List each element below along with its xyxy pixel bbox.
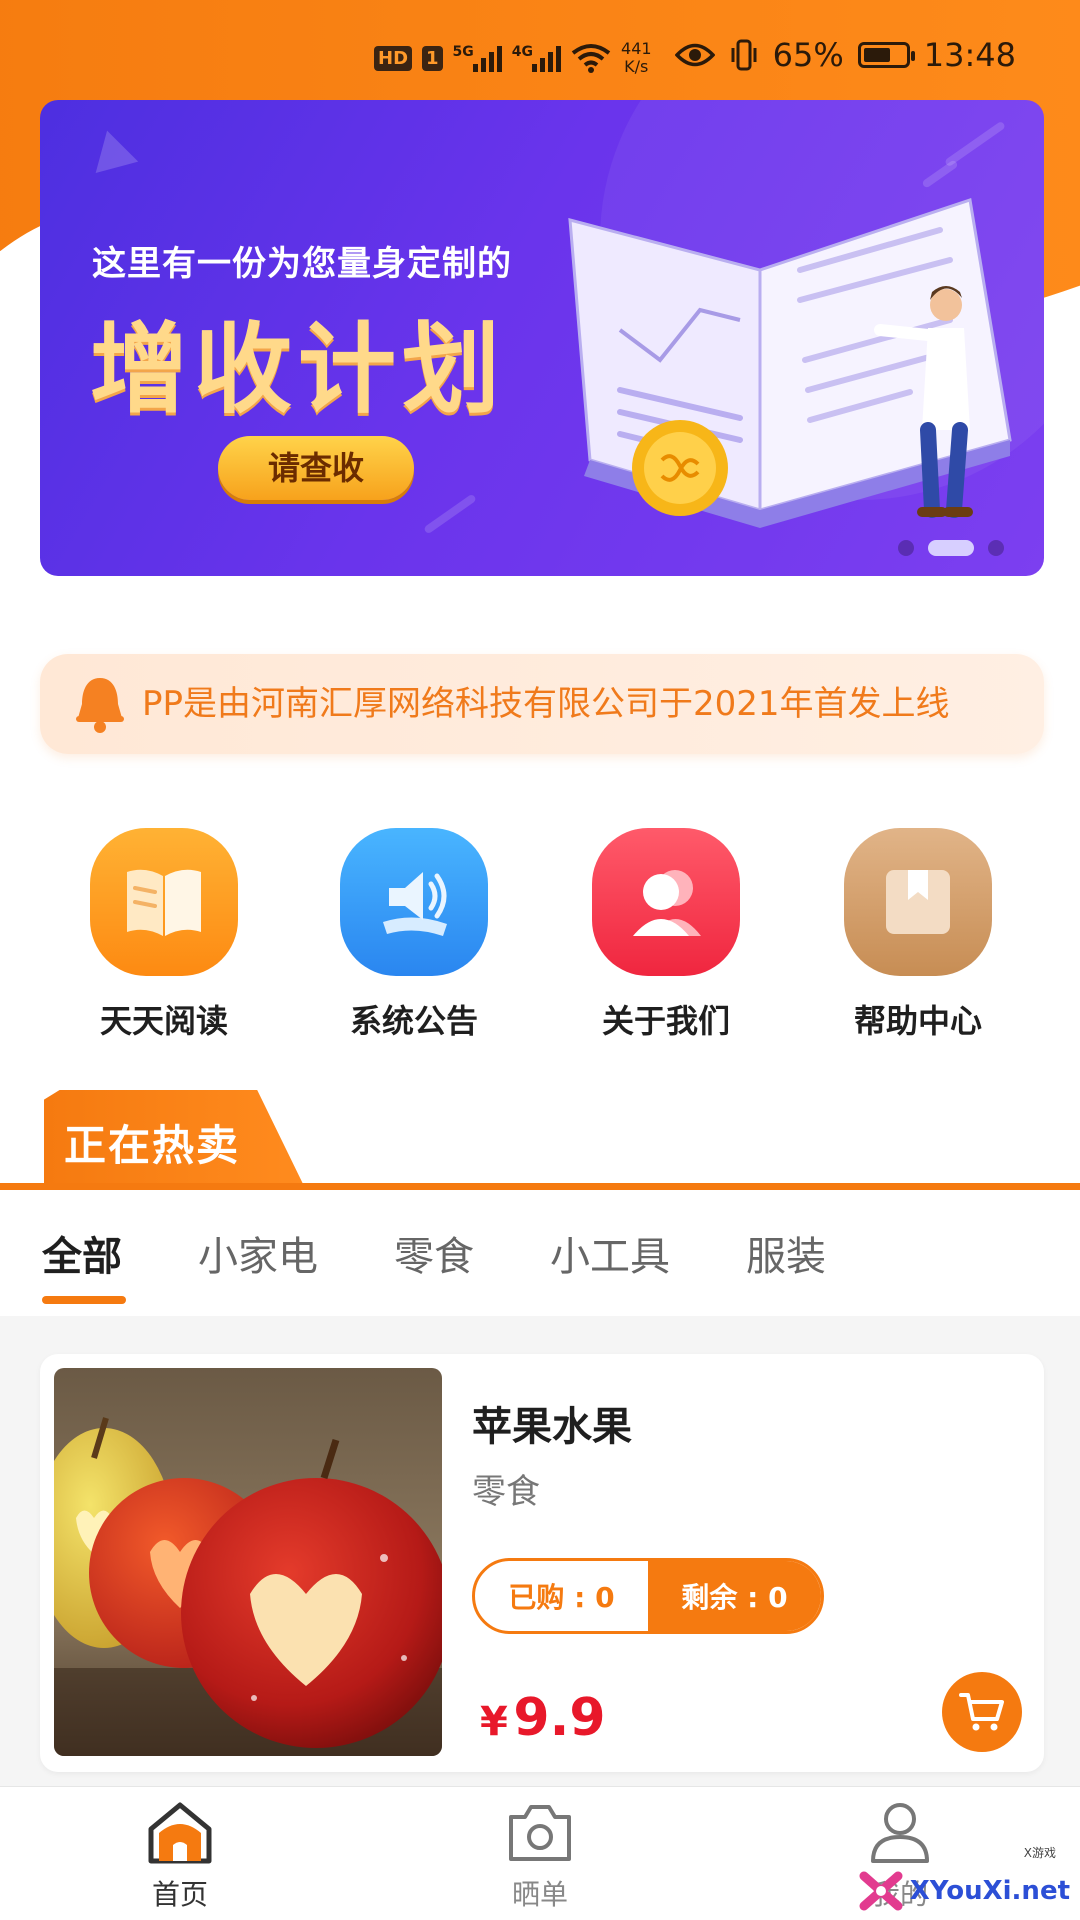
promo-banner[interactable]: 这里有一份为您量身定制的 增收计划 请查收 — [40, 100, 1044, 576]
watermark: X游戏 XYouXi.net — [858, 1846, 1070, 1914]
quick-item-help-center[interactable]: 帮助中心 — [818, 828, 1018, 1042]
quick-menu: 天天阅读 系统公告 关于我们 帮助中心 — [0, 828, 1080, 1048]
status-left: HD 1 5G 4G 441 K/s — [374, 40, 652, 76]
camera-icon — [509, 1805, 571, 1861]
section-title-tag: 正在热卖 — [44, 1090, 304, 1186]
quick-item-announcements[interactable]: 系统公告 — [314, 828, 514, 1042]
sim-badge: 1 — [422, 45, 443, 71]
remaining-count: 剩余 : 0 — [648, 1561, 821, 1631]
section-title: 正在热卖 — [64, 1121, 241, 1170]
pagination-dot[interactable] — [988, 540, 1004, 556]
watermark-text: XYouXi.net — [909, 1876, 1070, 1906]
bottom-navigation: 首页 晒单 我的 X游戏 XYouXi.net — [0, 1786, 1080, 1920]
nav-share[interactable]: 晒单 — [440, 1799, 640, 1913]
product-category: 零食 — [472, 1472, 540, 1512]
pagination-dot[interactable] — [928, 540, 974, 556]
banner-pagination — [898, 540, 1004, 556]
notice-bar[interactable]: PP是由河南汇厚网络科技有限公司于2021年首发上线 — [40, 654, 1044, 754]
eye-icon — [674, 43, 715, 67]
vibrate-icon — [731, 39, 757, 71]
app-home-screen: HD 1 5G 4G 441 K/s 65% 13:48 这里有一份为您量身定制… — [0, 0, 1080, 1920]
speaker-icon — [340, 828, 488, 976]
cart-icon — [959, 1693, 1004, 1731]
price-currency: ¥ — [480, 1699, 508, 1745]
watermark-small-text: X游戏 — [1023, 1846, 1056, 1860]
quick-item-label: 系统公告 — [349, 1002, 478, 1040]
section-divider — [0, 1183, 1080, 1190]
tab-all[interactable]: 全部 — [42, 1224, 122, 1282]
product-name: 苹果水果 — [472, 1404, 632, 1450]
user-icon — [871, 1803, 929, 1863]
nav-label: 晒单 — [511, 1878, 568, 1911]
product-card[interactable]: 苹果水果 零食 已购 : 0 剩余 : 0 ¥ 9.9 — [40, 1354, 1044, 1772]
signal-4g-icon: 4G — [512, 44, 562, 72]
battery-percent: 65% — [772, 36, 844, 74]
banner-subtitle: 这里有一份为您量身定制的 — [92, 244, 512, 284]
product-image — [54, 1368, 442, 1756]
active-tab-indicator — [42, 1296, 126, 1304]
tab-snacks[interactable]: 零食 — [394, 1224, 474, 1282]
banner-headline: 增收计划 — [90, 313, 507, 427]
net-speed: 441 K/s — [621, 39, 652, 76]
add-to-cart-button[interactable] — [942, 1672, 1022, 1752]
quick-item-label: 帮助中心 — [853, 1002, 982, 1040]
clock: 13:48 — [923, 36, 1016, 74]
quick-item-about-us[interactable]: 关于我们 — [566, 828, 766, 1042]
nav-label: 首页 — [151, 1878, 208, 1911]
signal-5g-icon: 5G — [453, 44, 502, 72]
status-right: 65% 13:48 — [674, 36, 1016, 74]
triangle-decoration — [85, 124, 139, 174]
hot-sale-section-header: 正在热卖 — [0, 1088, 1080, 1194]
wifi-icon — [571, 44, 611, 73]
notice-text: PP是由河南汇厚网络科技有限公司于2021年首发上线 — [142, 684, 950, 724]
hd-badge: HD — [374, 45, 413, 71]
quick-item-label: 天天阅读 — [99, 1002, 228, 1040]
home-icon — [148, 1802, 212, 1864]
price-value: 9.9 — [513, 1688, 606, 1748]
product-list: 苹果水果 零食 已购 : 0 剩余 : 0 ¥ 9.9 — [0, 1316, 1080, 1786]
battery-icon — [857, 42, 915, 68]
banner-cta-button[interactable]: 请查收 — [218, 436, 414, 500]
open-book-illustration — [568, 198, 1012, 528]
pagination-dot[interactable] — [898, 540, 914, 556]
sales-stats-pill: 已购 : 0 剩余 : 0 — [472, 1558, 824, 1634]
bought-count: 已购 : 0 — [508, 1581, 615, 1614]
tab-small-tools[interactable]: 小工具 — [550, 1224, 670, 1282]
product-price: ¥ 9.9 — [480, 1688, 606, 1748]
quick-item-daily-reading[interactable]: 天天阅读 — [64, 828, 264, 1042]
book-icon — [90, 828, 238, 976]
quick-item-label: 关于我们 — [601, 1002, 730, 1040]
status-bar: HD 1 5G 4G 441 K/s 65% 13:48 — [0, 0, 1080, 110]
bell-icon — [76, 678, 124, 733]
tab-clothing[interactable]: 服装 — [746, 1224, 826, 1282]
tab-small-appliances[interactable]: 小家电 — [198, 1224, 318, 1282]
people-icon — [592, 828, 740, 976]
category-tabs: 全部 小家电 零食 小工具 服装 — [0, 1196, 1080, 1310]
watermark-logo — [859, 1871, 903, 1911]
bookmark-box-icon — [844, 828, 992, 976]
nav-home[interactable]: 首页 — [80, 1799, 280, 1913]
